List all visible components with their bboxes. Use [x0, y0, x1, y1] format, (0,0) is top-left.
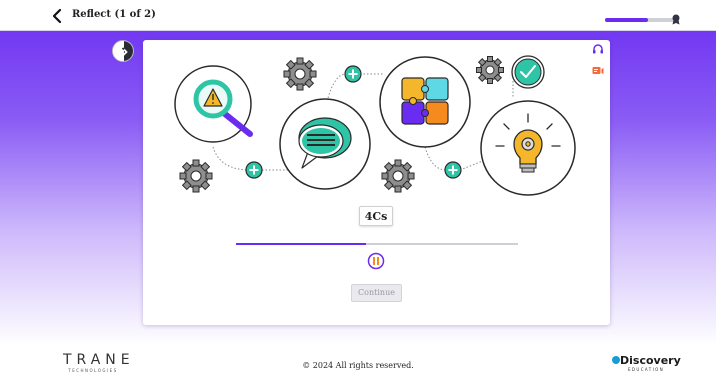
discovery-globe-icon: [612, 356, 620, 364]
magnifier-warning-icon: [174, 65, 253, 143]
page-title: Reflect (1 of 2): [72, 9, 156, 20]
headphones-icon[interactable]: [592, 44, 604, 54]
discovery-logo-sub: EDUCATION: [628, 367, 665, 372]
puzzle-icon: [379, 56, 471, 148]
media-progress-bar[interactable]: [236, 243, 518, 245]
lightbulb-gear-icon: [480, 100, 576, 196]
speech-bubble-icon: [279, 98, 371, 190]
trane-logo-name: TRANE: [63, 352, 135, 368]
four-cs-illustration: [174, 55, 576, 196]
sidebar-toggle-button[interactable]: [112, 40, 134, 62]
closed-captions-icon[interactable]: [592, 66, 604, 76]
pause-icon[interactable]: [367, 252, 385, 270]
lesson-progress-fill: [605, 18, 649, 22]
top-bar: Reflect (1 of 2): [0, 0, 716, 31]
chevron-left-icon[interactable]: [50, 8, 66, 24]
discovery-education-logo: Discovery EDUCATION: [610, 352, 681, 374]
topic-chip: 4Cs: [359, 206, 393, 226]
checkmark-icon: [511, 55, 545, 89]
media-progress-fill: [236, 243, 366, 245]
trane-logo-sub: TECHNOLOGIES: [68, 368, 118, 373]
ribbon-icon: [672, 14, 680, 25]
trane-logo: TRANE TECHNOLOGIES: [63, 352, 135, 374]
discovery-logo-name: Discovery: [620, 354, 681, 367]
chevron-right-icon: [113, 41, 133, 61]
copyright-text: © 2024 All rights reserved.: [302, 361, 414, 370]
lesson-progress-bar: [605, 18, 677, 22]
continue-button[interactable]: Continue: [351, 284, 402, 302]
